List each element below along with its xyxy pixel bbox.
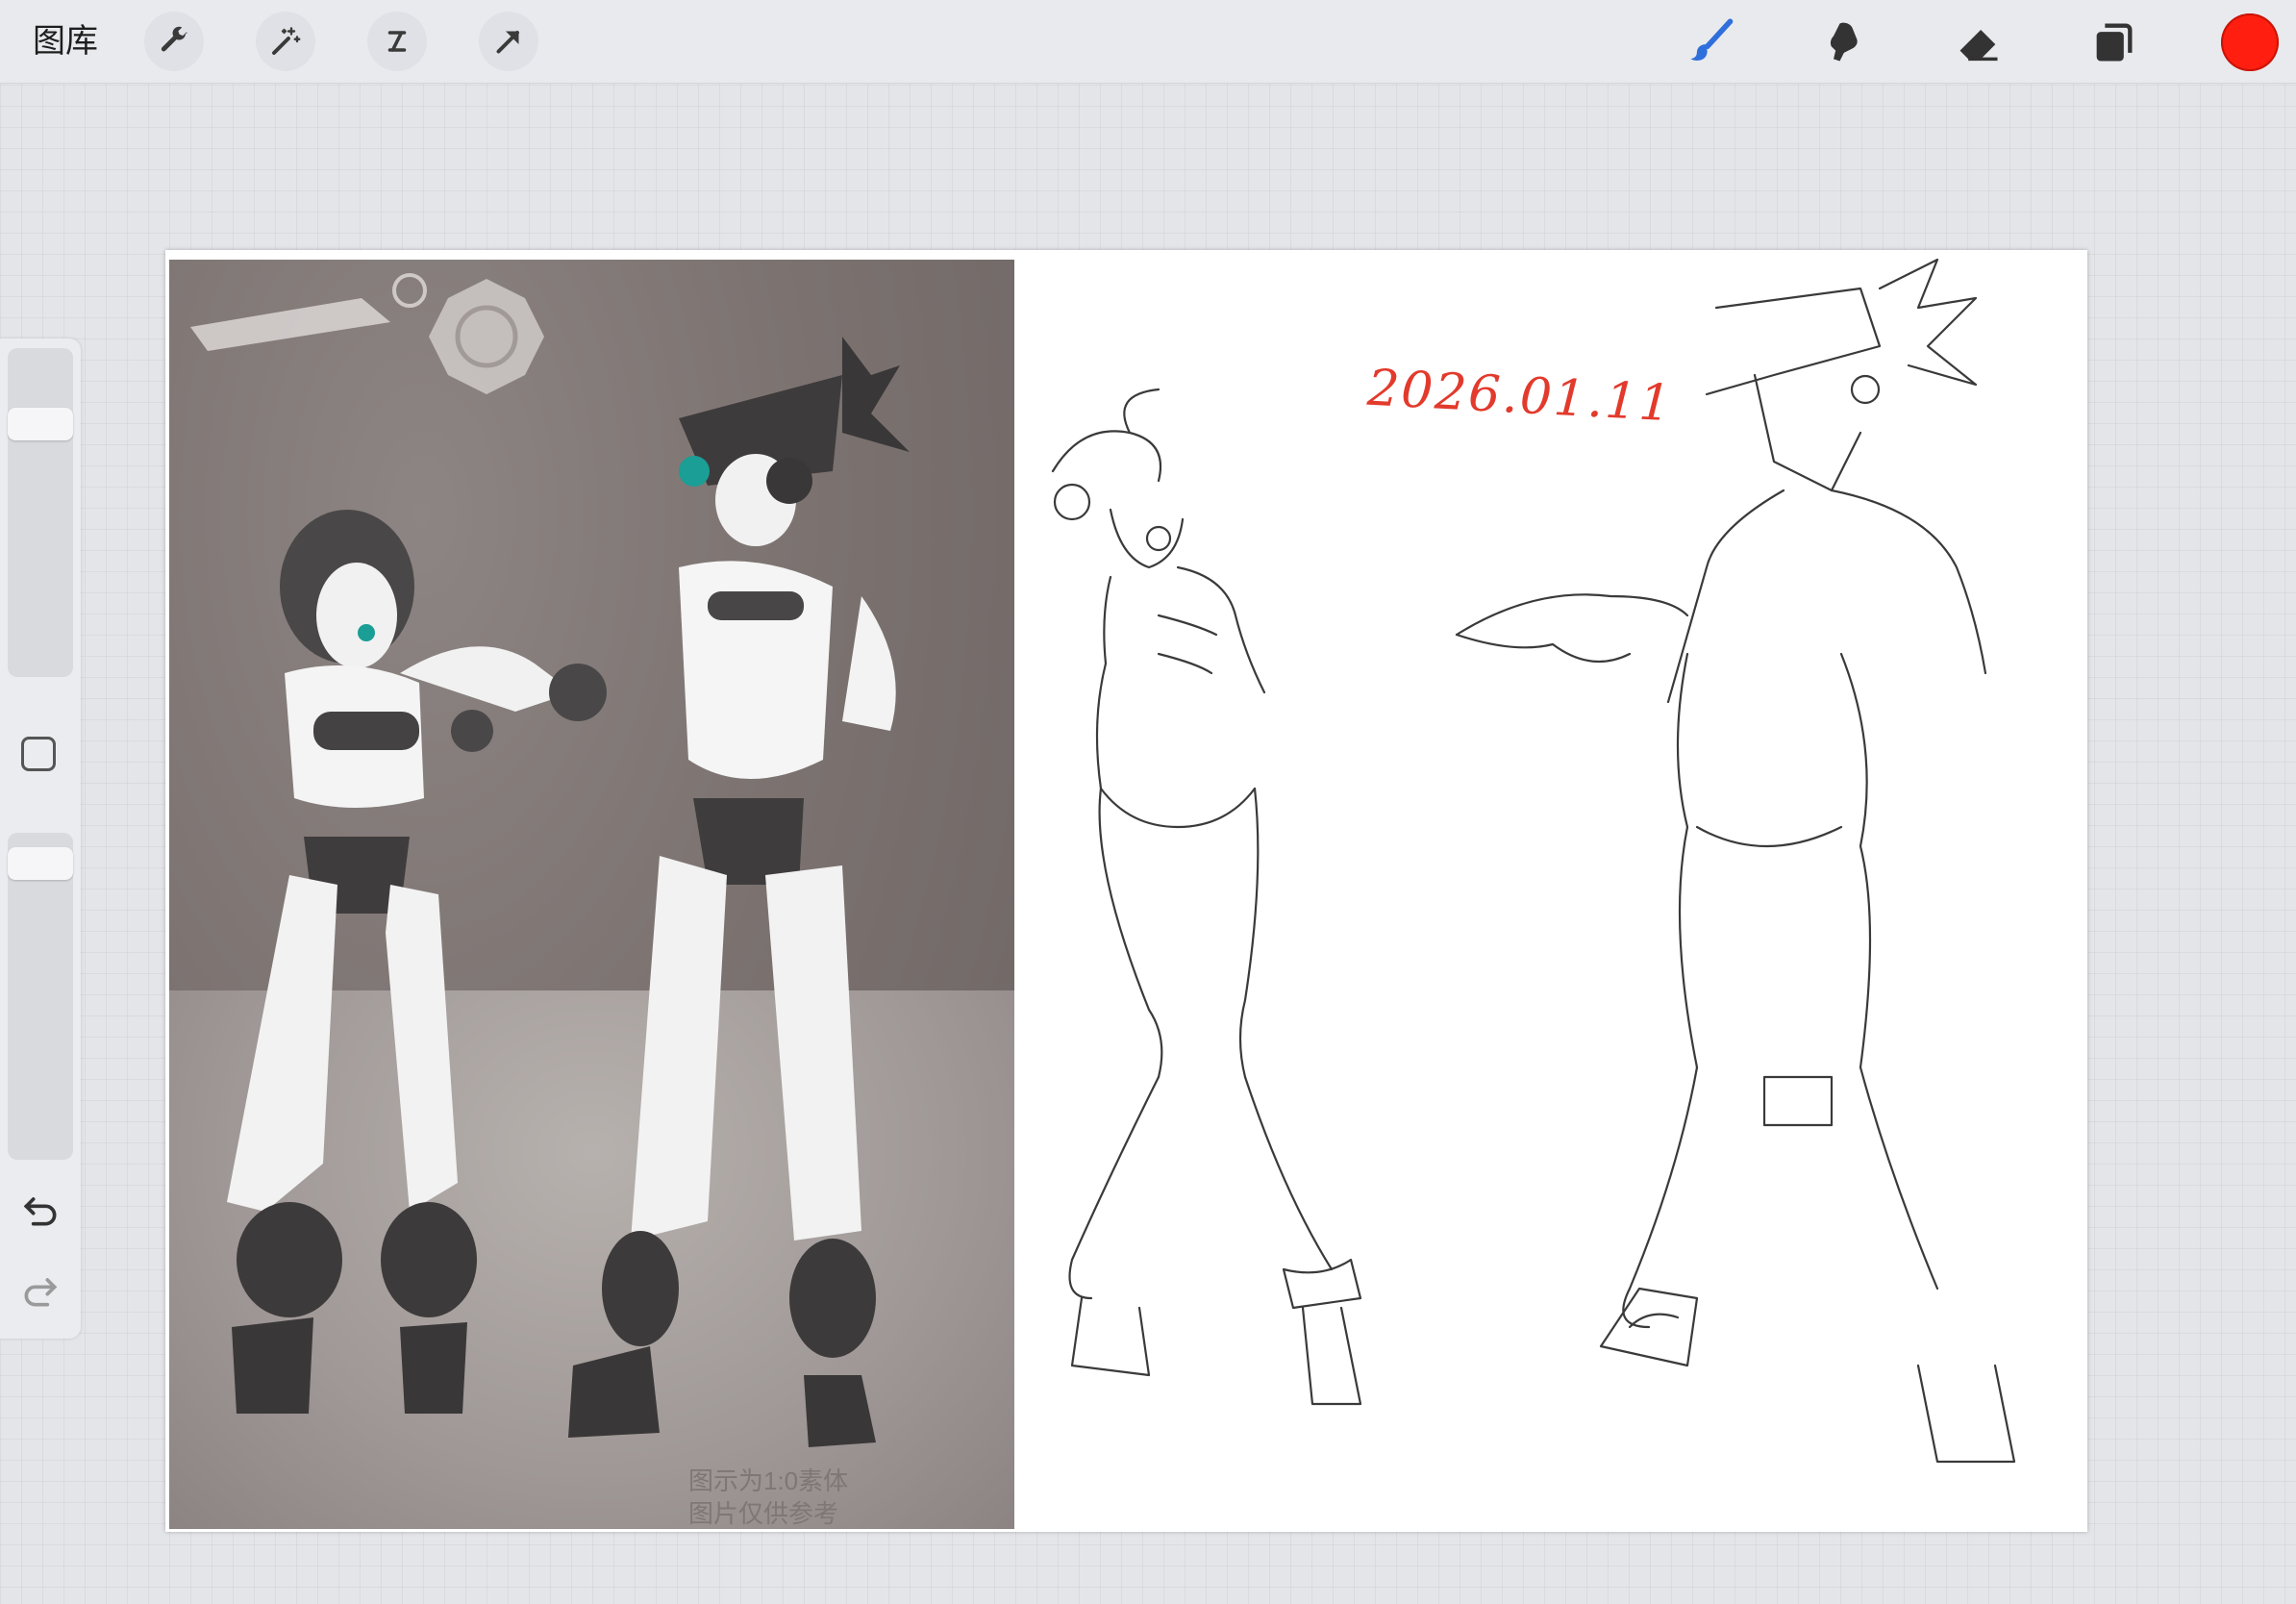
redo-icon[interactable] — [19, 1269, 62, 1312]
brand-logo — [190, 273, 544, 394]
pencil-sketch — [1051, 258, 2016, 1464]
brush-icon — [1690, 18, 1734, 61]
side-toolbar — [0, 338, 81, 1339]
reference-photo: 图示为1:0素体 图片仅供参考 — [169, 260, 1014, 1529]
adjustments-button[interactable] — [256, 12, 315, 71]
figure-illustration — [190, 273, 910, 1447]
opacity-slider[interactable] — [8, 833, 73, 1160]
transform-arrow-icon — [496, 31, 519, 54]
photo-caption-line-2: 图片仅供参考 — [688, 1499, 839, 1528]
left-figure — [227, 510, 493, 1414]
undo-icon[interactable] — [19, 1189, 62, 1231]
eraser-icon — [1959, 30, 1998, 62]
selection-button[interactable] — [367, 12, 427, 71]
right-figure — [400, 337, 910, 1447]
eraser-tool-button[interactable] — [1950, 13, 2008, 71]
opacity-handle[interactable] — [8, 847, 73, 881]
smudge-tool-button[interactable] — [1817, 13, 1875, 71]
transform-button[interactable] — [479, 12, 538, 71]
wrench-icon — [161, 26, 187, 52]
right-sketch-figure — [1455, 258, 2016, 1464]
top-toolbar: 图库 — [0, 0, 2296, 84]
brush-size-slider[interactable] — [8, 348, 73, 677]
actions-button[interactable] — [144, 12, 204, 71]
smudge-icon — [1830, 22, 1858, 62]
layers-button[interactable] — [2084, 13, 2142, 71]
gallery-button[interactable]: 图库 — [33, 19, 98, 63]
layers-icon — [2096, 23, 2133, 62]
brush-tool-button[interactable] — [1683, 13, 1740, 71]
photo-caption-line-1: 图示为1:0素体 — [688, 1466, 849, 1495]
magic-wand-icon — [272, 27, 301, 55]
drawing-canvas[interactable]: 图示为1:0素体 图片仅供参考 2026.01.11 — [165, 250, 2087, 1532]
brush-size-handle[interactable] — [8, 407, 73, 440]
left-sketch-figure — [1051, 388, 1362, 1406]
selection-icon — [387, 31, 407, 52]
color-picker-button[interactable] — [2221, 13, 2279, 71]
modify-button[interactable] — [21, 737, 56, 771]
